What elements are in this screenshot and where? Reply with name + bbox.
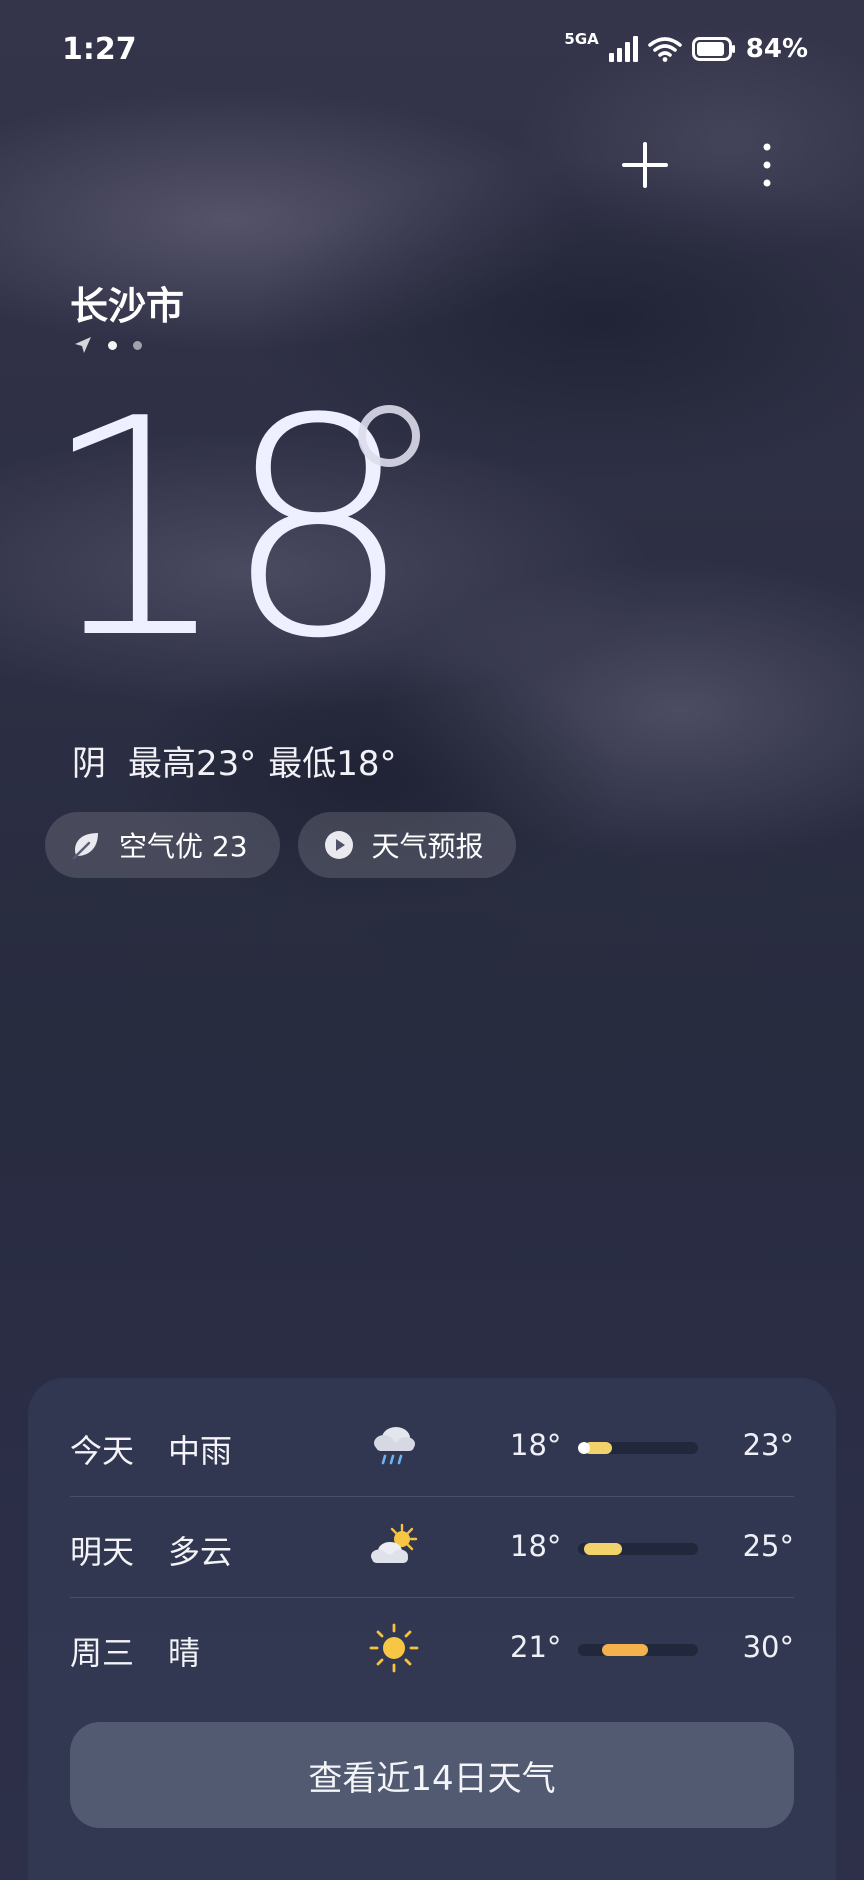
city-name[interactable]: 长沙市 bbox=[70, 275, 184, 330]
more-options-button[interactable] bbox=[732, 130, 802, 200]
temp-range-bar bbox=[578, 1644, 698, 1656]
air-quality-chip[interactable]: 空气优 23 bbox=[45, 812, 280, 878]
current-condition: 阴 bbox=[72, 744, 106, 784]
degree-symbol bbox=[358, 405, 420, 467]
sun-icon bbox=[369, 1623, 419, 1673]
add-city-button[interactable] bbox=[610, 130, 680, 200]
status-time: 1:27 bbox=[62, 32, 137, 67]
forecast-video-chip[interactable]: 天气预报 bbox=[297, 812, 516, 878]
forecast-low: 18° bbox=[510, 1529, 562, 1563]
forecast-condition: 中雨 bbox=[168, 1432, 233, 1470]
forecast-row-today[interactable]: 今天 中雨 18° 23° bbox=[70, 1394, 794, 1494]
forecast-day: 周三 bbox=[70, 1634, 135, 1672]
temp-range-fill bbox=[602, 1644, 648, 1656]
current-temp-dot bbox=[578, 1442, 590, 1454]
today-summary: 阴 最高23° 最低18° bbox=[72, 736, 397, 785]
more-vertical-icon bbox=[763, 143, 771, 187]
forecast-high: 25° bbox=[742, 1529, 794, 1563]
rain-cloud-icon bbox=[374, 1427, 415, 1465]
high-temp: 最高23° bbox=[128, 744, 257, 784]
play-icon bbox=[324, 831, 353, 859]
forecast-card: 今天 中雨 18° 23° 明天 多云 18° 25° 周三 晴 21° 30°… bbox=[28, 1378, 836, 1880]
forecast-row-tomorrow[interactable]: 明天 多云 18° 25° bbox=[70, 1495, 794, 1595]
plus-icon bbox=[622, 142, 668, 188]
wifi-icon bbox=[647, 37, 682, 62]
forecast-low: 18° bbox=[510, 1428, 562, 1462]
temp-range-bar bbox=[578, 1442, 698, 1454]
forecast-high: 30° bbox=[742, 1630, 794, 1664]
battery-percent: 84% bbox=[745, 34, 808, 64]
leaf-icon bbox=[72, 833, 98, 860]
location-arrow-icon bbox=[75, 337, 91, 353]
forecast-row-wednesday[interactable]: 周三 晴 21° 30° bbox=[70, 1596, 794, 1696]
temp-range-fill bbox=[584, 1543, 623, 1555]
forecast-video-label: 天气预报 bbox=[371, 830, 484, 863]
low-temp: 最低18° bbox=[268, 744, 397, 784]
status-icons: 5GA 84% bbox=[564, 29, 808, 64]
page-dot bbox=[108, 340, 117, 350]
status-bar: 1:27 5GA 84% bbox=[0, 0, 864, 100]
battery-icon bbox=[691, 37, 735, 61]
page-dot bbox=[133, 340, 142, 350]
info-chips: 空气优 23 天气预报 bbox=[45, 812, 516, 878]
temp-range-bar bbox=[578, 1543, 698, 1555]
partly-cloudy-icon bbox=[371, 1523, 418, 1563]
forecast-day: 今天 bbox=[70, 1432, 135, 1470]
forecast-day: 明天 bbox=[70, 1533, 135, 1571]
signal-icon bbox=[608, 36, 638, 62]
air-quality-label: 空气优 23 bbox=[119, 830, 248, 863]
forecast-low: 21° bbox=[510, 1630, 562, 1664]
view-14-day-button[interactable]: 查看近14日天气 bbox=[70, 1722, 794, 1828]
city-pager bbox=[74, 336, 142, 354]
forecast-condition: 晴 bbox=[168, 1634, 201, 1672]
current-temperature: 18 bbox=[40, 355, 414, 704]
weather-screen: 1:27 5GA 84% 长沙市 18 阴 最高23° 最低18° 空气优 23… bbox=[0, 0, 864, 1880]
forecast-high: 23° bbox=[742, 1428, 794, 1462]
forecast-condition: 多云 bbox=[168, 1533, 233, 1571]
network-type: 5GA bbox=[564, 29, 599, 48]
